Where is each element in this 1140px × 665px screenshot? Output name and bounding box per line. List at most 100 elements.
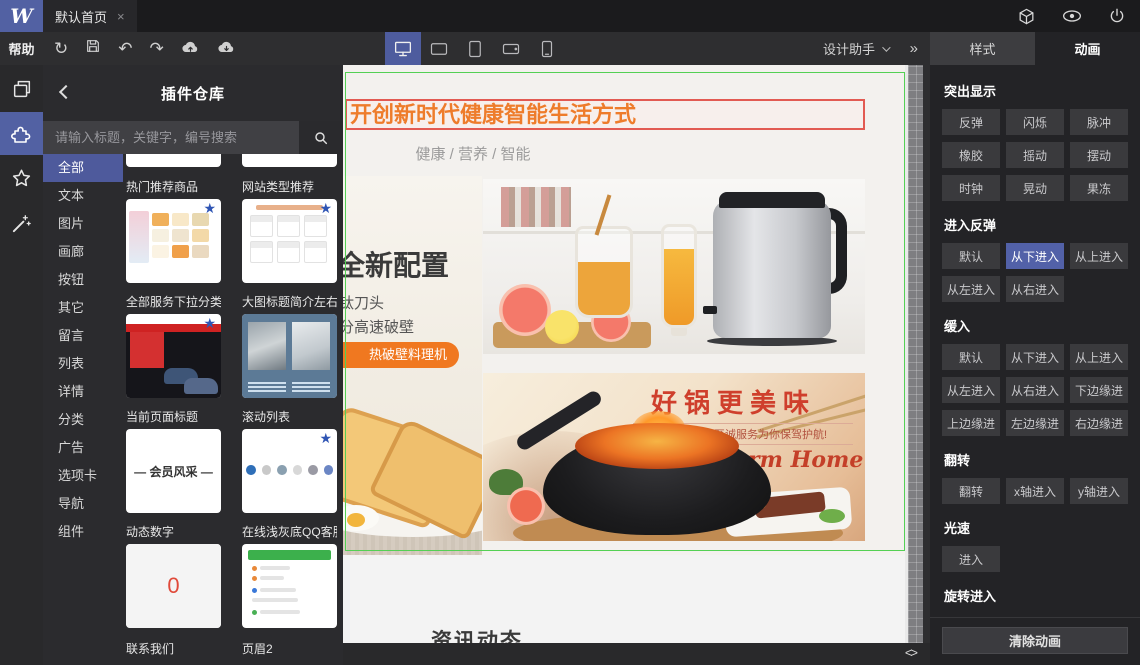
anim-button[interactable]: 进入 <box>942 546 1000 572</box>
kettle-body-graphic <box>713 200 831 338</box>
save-icon[interactable] <box>85 38 101 59</box>
undo-icon[interactable]: ↶ <box>118 40 132 57</box>
publish-box-icon[interactable] <box>1017 7 1036 26</box>
anim-button[interactable]: 翻转 <box>942 478 1000 504</box>
plugin-card-page-title[interactable]: — 会员风采 — <box>126 429 221 513</box>
anim-button[interactable]: 晃动 <box>1006 175 1064 201</box>
banner-blender-pill: 热破壁料理机 <box>343 342 459 368</box>
category-other[interactable]: 其它 <box>43 294 123 322</box>
plugin-search-input[interactable] <box>43 121 299 154</box>
category-list[interactable]: 列表 <box>43 350 123 378</box>
rail-favorites-icon[interactable] <box>0 157 43 200</box>
design-assistant-dropdown[interactable]: 设计助手 <box>823 32 891 65</box>
plugin-card-big-image-slider[interactable] <box>242 314 337 398</box>
plugin-card-dynamic-number[interactable]: 0 <box>126 544 221 628</box>
rail-wand-icon[interactable] <box>0 202 43 245</box>
page-tab[interactable]: 默认首页 × <box>43 0 137 32</box>
cloud-upload-icon[interactable] <box>181 39 200 59</box>
power-exit-icon[interactable] <box>1108 7 1126 25</box>
anim-button[interactable]: 从上进入 <box>1070 344 1128 370</box>
lettuce-graphic <box>819 509 845 523</box>
grapefruit-graphic <box>499 284 551 336</box>
anim-button[interactable]: 脉冲 <box>1070 109 1128 135</box>
anim-button[interactable]: 从左进入 <box>942 276 1000 302</box>
anim-button[interactable]: 从右进入 <box>1006 276 1064 302</box>
plugin-card-partial[interactable] <box>242 154 337 167</box>
plugin-card-qq-service[interactable] <box>242 544 337 628</box>
anim-button[interactable]: x轴进入 <box>1006 478 1064 504</box>
category-tabs[interactable]: 选项卡 <box>43 462 123 490</box>
tab-close-icon[interactable]: × <box>117 9 125 24</box>
device-desktop-icon[interactable] <box>385 32 421 65</box>
collapse-panel-button[interactable]: » <box>910 32 918 65</box>
plugin-thumbnail <box>256 205 323 210</box>
cloud-download-icon[interactable] <box>217 39 236 59</box>
category-detail[interactable]: 详情 <box>43 378 123 406</box>
device-phone-landscape-icon[interactable] <box>493 32 529 65</box>
anim-button[interactable]: y轴进入 <box>1070 478 1128 504</box>
anim-button[interactable]: 默认 <box>942 344 1000 370</box>
plugin-title: 联系我们 <box>126 642 175 656</box>
anim-button-active[interactable]: 从下进入 <box>1006 243 1064 269</box>
titlebar: W 默认首页 × <box>0 0 1140 32</box>
hero-title-text: 开创新时代健康智能生活方式 <box>350 102 637 127</box>
redo-icon[interactable]: ↷ <box>150 40 164 57</box>
category-nav[interactable]: 导航 <box>43 490 123 518</box>
banner-kettle-image[interactable] <box>483 179 865 354</box>
back-chevron-icon[interactable] <box>58 84 74 100</box>
anim-button[interactable]: 左边缘进 <box>1006 410 1064 436</box>
logo-text: W <box>10 4 33 28</box>
plugin-card-scroll-list[interactable]: ★ <box>242 429 337 513</box>
rail-pages-icon[interactable] <box>0 67 43 110</box>
code-view-icon[interactable]: <> <box>905 645 918 660</box>
anim-button[interactable]: 果冻 <box>1070 175 1128 201</box>
rail-plugins-icon[interactable] <box>0 112 43 155</box>
clear-animation-button[interactable]: 清除动画 <box>942 627 1128 654</box>
anim-button[interactable]: 闪烁 <box>1006 109 1064 135</box>
search-button[interactable] <box>299 121 343 154</box>
tab-style[interactable]: 样式 <box>930 32 1035 65</box>
app-logo[interactable]: W <box>0 0 43 32</box>
anim-button[interactable]: 默认 <box>942 243 1000 269</box>
category-all[interactable]: 全部 <box>43 154 123 182</box>
star-badge-icon: ★ <box>319 430 332 446</box>
device-phone-portrait-icon[interactable] <box>529 32 565 65</box>
plugin-card-partial[interactable] <box>126 154 221 167</box>
banner-blender[interactable]: 全新配置 钛刀头 分高速破壁 热破壁料理机 <box>343 176 482 555</box>
anim-button[interactable]: 从左进入 <box>942 377 1000 403</box>
device-tablet-portrait-icon[interactable] <box>457 32 493 65</box>
anim-button[interactable]: 从下进入 <box>1006 344 1064 370</box>
anim-button[interactable]: 反弹 <box>942 109 1000 135</box>
anim-button[interactable]: 摇动 <box>1006 142 1064 168</box>
canvas-scrollbar[interactable] <box>908 65 923 643</box>
plugin-thumbnail <box>252 610 257 615</box>
anim-button[interactable]: 右边缘进 <box>1070 410 1128 436</box>
anim-button[interactable]: 上边缘进 <box>942 410 1000 436</box>
anim-button[interactable]: 时钟 <box>942 175 1000 201</box>
plugin-thumbnail <box>292 322 330 370</box>
plugin-card-dropdown-nav[interactable]: ★ <box>126 314 221 398</box>
plugin-card-site-types[interactable]: ★ <box>242 199 337 283</box>
anim-button[interactable]: 下边缘进 <box>1070 377 1128 403</box>
category-classify[interactable]: 分类 <box>43 406 123 434</box>
device-tablet-landscape-icon[interactable] <box>421 32 457 65</box>
refresh-icon[interactable]: ↻ <box>54 40 68 57</box>
category-image[interactable]: 图片 <box>43 210 123 238</box>
category-message[interactable]: 留言 <box>43 322 123 350</box>
plugin-card-hot-products[interactable]: ★ <box>126 199 221 283</box>
preview-eye-icon[interactable] <box>1062 8 1082 24</box>
category-button[interactable]: 按钮 <box>43 266 123 294</box>
category-text[interactable]: 文本 <box>43 182 123 210</box>
tab-animation[interactable]: 动画 <box>1035 32 1140 65</box>
hero-title-selected-element[interactable]: 开创新时代健康智能生活方式 <box>345 99 865 130</box>
anim-button[interactable]: 橡胶 <box>942 142 1000 168</box>
anim-button[interactable]: 从右进入 <box>1006 377 1064 403</box>
plugin-title: 网站类型推荐 <box>242 180 315 194</box>
category-gallery[interactable]: 画廊 <box>43 238 123 266</box>
banner-wok-image[interactable]: 好锅更美味 无忧购物，至诚服务为你保驾护航! Warm Home <box>483 373 865 541</box>
category-component[interactable]: 组件 <box>43 518 123 546</box>
category-ad[interactable]: 广告 <box>43 434 123 462</box>
anim-button[interactable]: 摆动 <box>1070 142 1128 168</box>
anim-button[interactable]: 从上进入 <box>1070 243 1128 269</box>
help-button[interactable]: 帮助 <box>0 32 43 65</box>
